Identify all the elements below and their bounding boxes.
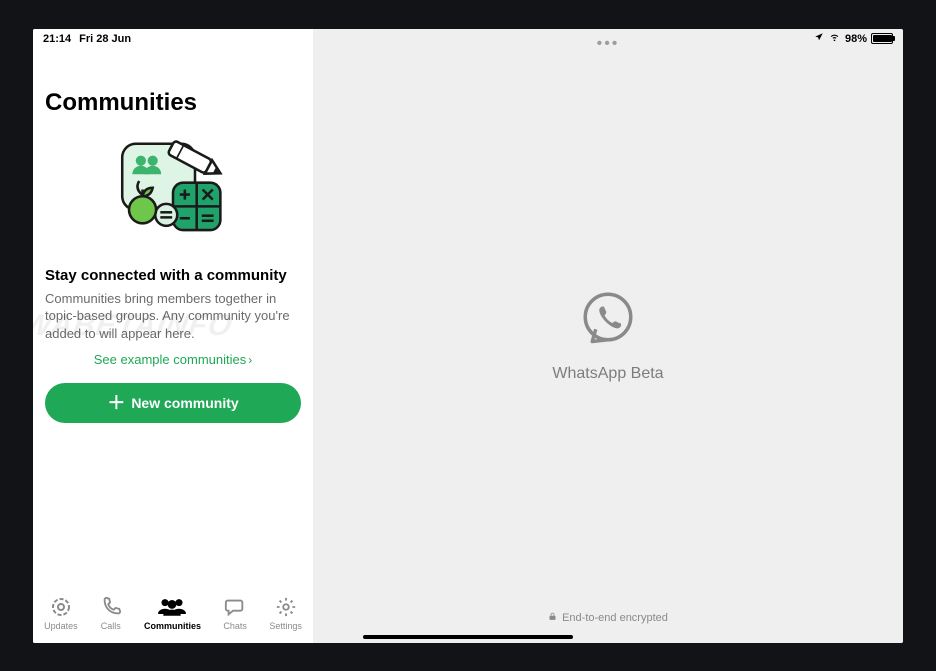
tab-communities[interactable]: Communities [144, 595, 201, 631]
ipad-frame: 21:14 Fri 28 Jun 98% Communities [33, 29, 903, 643]
communities-icon [158, 595, 186, 619]
status-right: 98% [814, 32, 893, 45]
see-examples-label: See example communities [94, 352, 246, 367]
see-examples-link[interactable]: See example communities › [45, 352, 301, 367]
tab-calls-label: Calls [101, 621, 121, 631]
tab-communities-label: Communities [144, 621, 201, 631]
phone-icon [100, 595, 122, 619]
tab-chats[interactable]: Chats [223, 595, 247, 631]
status-left: 21:14 Fri 28 Jun [43, 33, 131, 45]
tab-settings[interactable]: Settings [269, 595, 302, 631]
tab-chats-label: Chats [223, 621, 247, 631]
chats-icon [223, 595, 247, 619]
status-date: Fri 28 Jun [79, 33, 131, 45]
chevron-right-icon: › [248, 353, 252, 367]
encryption-notice: End-to-end encrypted [548, 611, 668, 625]
detail-pane: ••• WhatsApp Beta End-to-end encrypted [313, 29, 903, 643]
status-time: 21:14 [43, 33, 71, 45]
home-indicator[interactable] [363, 635, 573, 639]
tab-updates[interactable]: Updates [44, 595, 78, 631]
encryption-label: End-to-end encrypted [562, 612, 668, 624]
gear-icon [275, 595, 297, 619]
new-community-button[interactable]: ＋ New community [45, 383, 301, 423]
tab-calls[interactable]: Calls [100, 595, 122, 631]
status-bar: 21:14 Fri 28 Jun 98% [33, 29, 903, 49]
communities-illustration [45, 137, 301, 247]
empty-state-body: Communities bring members together in to… [45, 290, 301, 343]
app-name-label: WhatsApp Beta [552, 365, 663, 383]
tab-updates-label: Updates [44, 621, 78, 631]
tab-bar: Updates Calls Communities Chats Settings [33, 583, 313, 643]
page-title: Communities [45, 89, 301, 117]
empty-state-title: Stay connected with a community [45, 267, 301, 284]
battery-icon [871, 33, 893, 44]
updates-icon [49, 595, 73, 619]
sidebar: Communities [33, 29, 313, 643]
battery-percent: 98% [845, 33, 867, 45]
wifi-icon [828, 32, 841, 45]
tab-settings-label: Settings [269, 621, 302, 631]
new-community-label: New community [131, 395, 238, 411]
lock-icon [548, 611, 557, 625]
whatsapp-logo-icon [580, 289, 636, 345]
location-icon [814, 32, 824, 45]
